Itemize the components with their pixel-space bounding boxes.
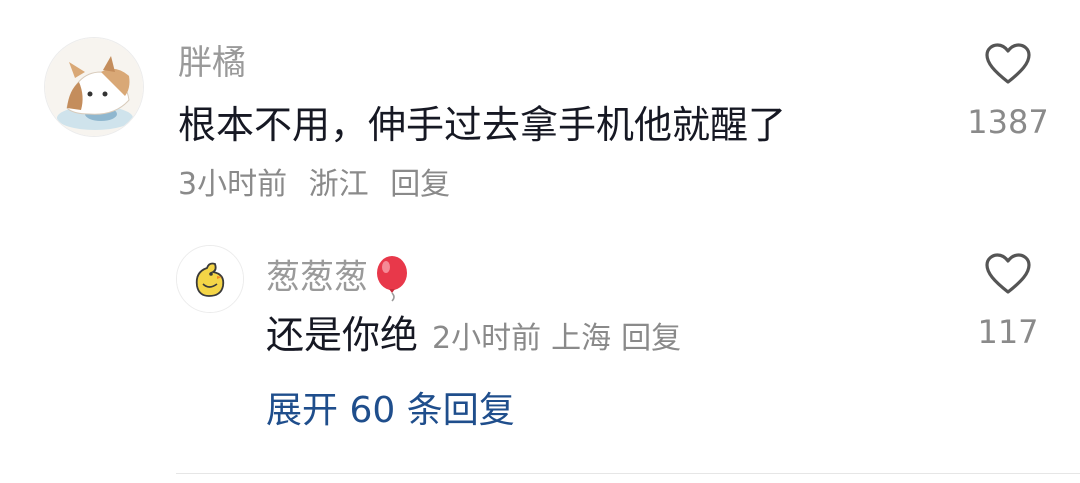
replier-username[interactable]: 葱葱葱	[266, 255, 412, 303]
comment-reply-button[interactable]: 回复	[390, 167, 450, 202]
heart-outline-icon[interactable]	[984, 252, 1032, 296]
reply-text: 还是你绝	[266, 313, 419, 357]
comment-like-count: 1387	[967, 103, 1049, 141]
reply-time: 2小时前	[432, 321, 542, 356]
expand-replies-button[interactable]: 展开 60 条回复	[266, 393, 515, 429]
reply-row: 还是你绝 2小时前 上海 回复	[266, 316, 681, 354]
commenter-avatar[interactable]	[44, 37, 144, 137]
comment-location: 浙江	[308, 167, 369, 202]
reply-location: 上海	[551, 321, 612, 356]
comment-meta: 3小时前 浙江 回复	[178, 170, 450, 200]
reply-reply-button[interactable]: 回复	[621, 321, 681, 356]
commenter-username[interactable]: 胖橘	[178, 46, 246, 80]
comment-time: 3小时前	[178, 167, 288, 202]
heart-outline-icon[interactable]	[984, 42, 1032, 86]
replier-username-text: 葱葱葱	[266, 257, 368, 298]
reply-like-count: 117	[977, 313, 1039, 351]
balloon-icon	[377, 256, 407, 302]
reply-meta: 2小时前 上海 回复	[432, 324, 681, 354]
replier-avatar[interactable]	[176, 245, 244, 313]
comment-text: 根本不用，伸手过去拿手机他就醒了	[178, 103, 787, 147]
divider	[176, 473, 1080, 474]
